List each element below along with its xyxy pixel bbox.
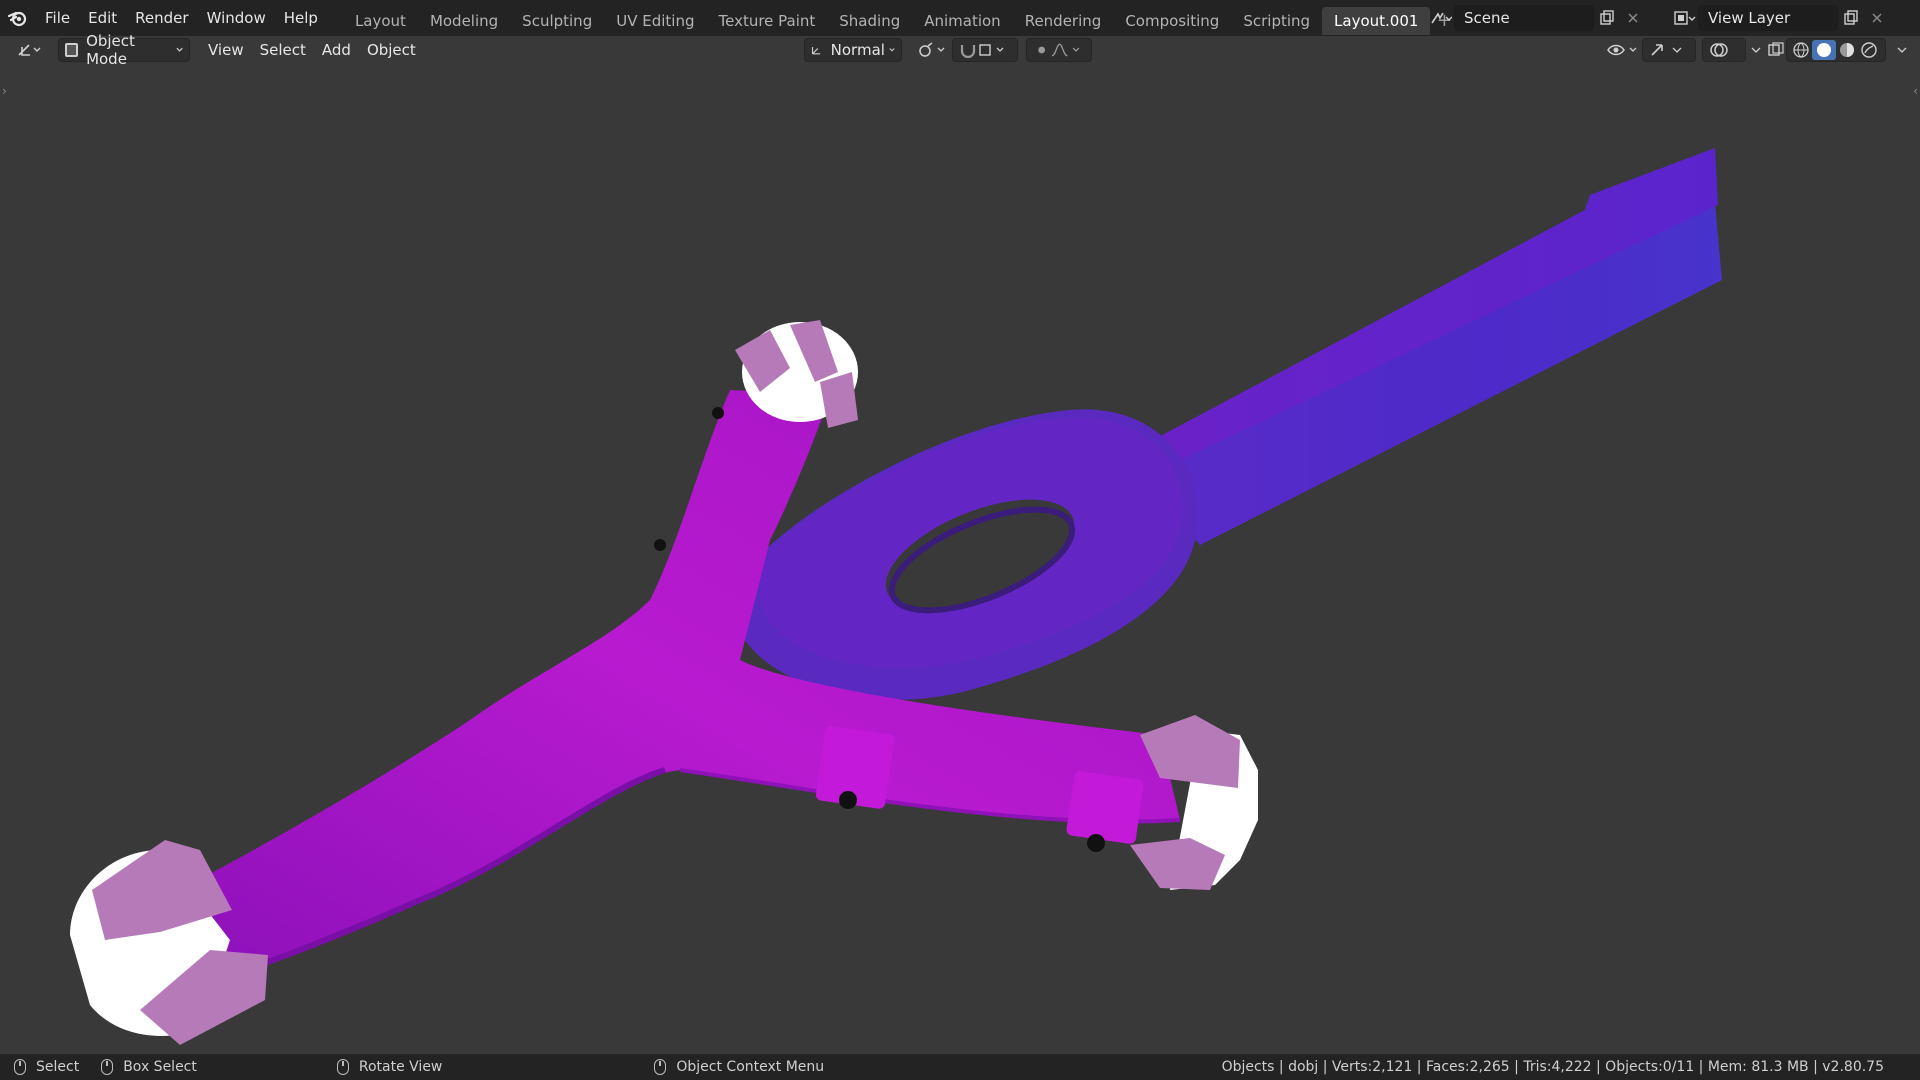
mode-dropdown[interactable]: Object Mode <box>58 32 190 68</box>
scene-browse-icon[interactable] <box>1428 5 1454 31</box>
object-mode-icon <box>65 43 79 57</box>
gizmo-icon <box>1651 44 1663 56</box>
status-bar: Select Box Select Rotate View Object Con… <box>0 1054 1920 1080</box>
status-box-select: Box Select <box>101 1059 197 1075</box>
select-menu[interactable]: Select <box>254 38 312 62</box>
shading-mode-group <box>1786 38 1886 62</box>
orientation-label: Normal <box>830 41 885 59</box>
menu-render[interactable]: Render <box>126 0 197 36</box>
overlays-icon <box>1710 43 1728 57</box>
falloff-icon <box>1052 43 1080 57</box>
editor-type-icon <box>18 44 41 56</box>
workspace-tabs: Layout Modeling Sculpting UV Editing Tex… <box>343 0 1459 36</box>
proportional-editing-toggle[interactable] <box>1026 38 1092 62</box>
transform-orientation-dropdown[interactable]: Normal <box>804 38 902 62</box>
eye-icon <box>1607 44 1637 56</box>
scene-selector: Scene <box>1428 4 1646 32</box>
tab-scripting[interactable]: Scripting <box>1231 7 1322 35</box>
new-view-layer-icon[interactable] <box>1838 5 1864 31</box>
scene-name-field[interactable]: Scene <box>1454 5 1594 31</box>
chevron-down-icon <box>176 47 183 52</box>
tab-texture-paint[interactable]: Texture Paint <box>706 7 827 35</box>
pivot-icon <box>919 42 945 57</box>
material-preview-icon[interactable] <box>1836 41 1858 59</box>
delete-view-layer-icon[interactable] <box>1864 5 1890 31</box>
tab-shading[interactable]: Shading <box>827 7 912 35</box>
tab-layout[interactable]: Layout <box>343 7 418 35</box>
new-scene-icon[interactable] <box>1594 5 1620 31</box>
mouse-middle-icon <box>336 1059 349 1075</box>
object-menu[interactable]: Object <box>361 38 422 62</box>
menu-window[interactable]: Window <box>198 0 275 36</box>
view-layer-name-field[interactable]: View Layer <box>1698 5 1838 31</box>
tab-sculpting[interactable]: Sculpting <box>510 7 604 35</box>
editor-type-button[interactable] <box>10 38 50 62</box>
handle-part <box>740 148 1722 700</box>
status-rotate-view: Rotate View <box>336 1059 443 1075</box>
tab-rendering[interactable]: Rendering <box>1013 7 1114 35</box>
menu-file[interactable]: File <box>36 0 79 36</box>
tab-compositing[interactable]: Compositing <box>1113 7 1231 35</box>
view-menu[interactable]: View <box>202 38 250 62</box>
overlays-toggle[interactable] <box>1702 38 1746 62</box>
status-select-label: Select <box>36 1059 80 1075</box>
status-context-menu: Object Context Menu <box>654 1059 824 1075</box>
scene-statistics: Objects | dobj | Verts:2,121 | Faces:2,2… <box>1221 1059 1884 1075</box>
status-rotate-view-label: Rotate View <box>358 1059 443 1075</box>
tab-uv-editing[interactable]: UV Editing <box>604 7 706 35</box>
magnet-icon <box>960 45 976 58</box>
xray-icon <box>1768 42 1784 56</box>
snap-increment-icon <box>979 44 1004 56</box>
view-layer-selector: View Layer <box>1672 4 1890 32</box>
shading-dropdown[interactable] <box>1890 38 1914 62</box>
gizmo-toggle[interactable] <box>1642 38 1696 62</box>
menu-help[interactable]: Help <box>275 0 327 36</box>
blender-logo-icon[interactable] <box>0 0 36 36</box>
tab-animation[interactable]: Animation <box>912 7 1012 35</box>
delete-scene-icon[interactable] <box>1620 5 1646 31</box>
snap-toggle[interactable] <box>952 38 1018 62</box>
orientation-icon <box>811 46 821 55</box>
mode-label: Object Mode <box>86 32 135 68</box>
tab-layout-001[interactable]: Layout.001 <box>1322 7 1431 35</box>
mouse-right-icon <box>654 1059 667 1075</box>
wireframe-shading-icon[interactable] <box>1790 41 1812 59</box>
mesh-object[interactable] <box>0 64 1920 1054</box>
menu-edit[interactable]: Edit <box>79 0 126 36</box>
status-context-menu-label: Object Context Menu <box>676 1059 825 1075</box>
viewport-header: Object Mode View Select Add Object Norma… <box>0 32 1920 68</box>
rendered-shading-icon[interactable] <box>1858 41 1880 59</box>
pivot-point-button[interactable] <box>910 38 956 62</box>
view-layer-browse-icon[interactable] <box>1672 5 1698 31</box>
solid-shading-icon[interactable] <box>1812 40 1836 60</box>
mouse-left-icon <box>14 1059 26 1075</box>
visibility-selectability-button[interactable] <box>1600 38 1646 62</box>
chevron-down-icon <box>889 48 895 52</box>
top-bar: File Edit Render Window Help Layout Mode… <box>0 0 1920 36</box>
add-menu[interactable]: Add <box>316 38 357 62</box>
3d-viewport[interactable]: › ‹ <box>0 64 1920 1054</box>
mouse-drag-icon <box>101 1059 114 1075</box>
tab-modeling[interactable]: Modeling <box>418 7 510 35</box>
status-select: Select <box>14 1059 79 1075</box>
proportional-edit-icon <box>1038 46 1046 54</box>
chevron-down-icon <box>1897 47 1907 53</box>
chevron-down-icon <box>1672 47 1682 53</box>
status-box-select-label: Box Select <box>123 1059 197 1075</box>
